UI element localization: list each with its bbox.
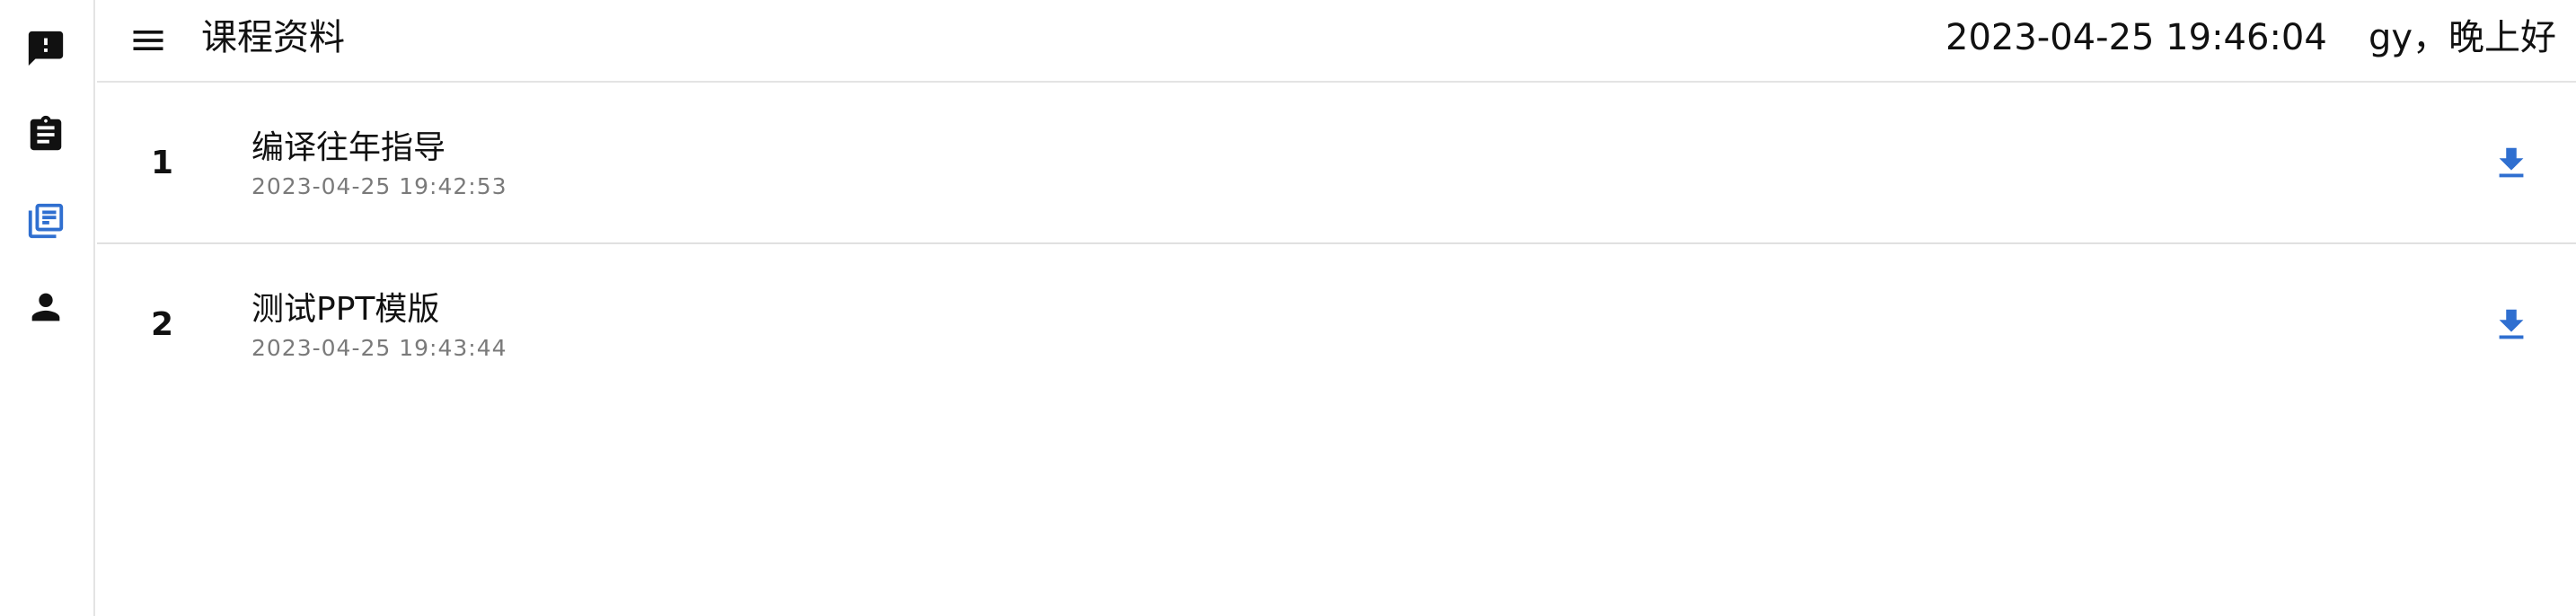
- nav-rail: [0, 0, 95, 616]
- item-timestamp: 2023-04-25 19:42:53: [251, 173, 507, 199]
- app-header: 课程资料 2023-04-25 19:46:04 gy，晚上好: [97, 0, 2576, 83]
- menu-icon: [133, 31, 163, 50]
- user-greeting[interactable]: gy，晚上好: [2369, 14, 2556, 61]
- nav-feedback-button[interactable]: [19, 22, 73, 75]
- list-item: 2 测试PPT模版 2023-04-25 19:43:44: [97, 244, 2576, 406]
- nav-profile-button[interactable]: [19, 280, 73, 334]
- app-root: 课程资料 2023-04-25 19:46:04 gy，晚上好 1 编译往年指导…: [0, 0, 2576, 616]
- library-books-icon: [28, 203, 64, 239]
- download-button[interactable]: [2484, 298, 2538, 352]
- list-item: 1 编译往年指导 2023-04-25 19:42:53: [97, 83, 2576, 244]
- person-icon: [31, 293, 60, 321]
- item-index: 1: [151, 145, 174, 181]
- feedback-icon: [28, 31, 64, 66]
- nav-course-materials-button[interactable]: [19, 194, 73, 248]
- assignment-icon: [30, 115, 62, 151]
- item-title: 编译往年指导: [251, 129, 446, 166]
- page-title: 课程资料: [201, 17, 345, 58]
- current-time: 2023-04-25 19:46:04: [1945, 17, 2327, 58]
- item-index: 2: [151, 306, 174, 343]
- download-icon: [2499, 147, 2524, 178]
- item-timestamp: 2023-04-25 19:43:44: [251, 335, 507, 361]
- download-button[interactable]: [2484, 136, 2538, 190]
- menu-button[interactable]: [124, 16, 172, 65]
- item-title: 测试PPT模版: [251, 291, 440, 328]
- download-icon: [2499, 309, 2524, 339]
- materials-list: 1 编译往年指导 2023-04-25 19:42:53 2 测试PPT模版 2…: [97, 83, 2576, 406]
- nav-assignment-button[interactable]: [19, 108, 73, 162]
